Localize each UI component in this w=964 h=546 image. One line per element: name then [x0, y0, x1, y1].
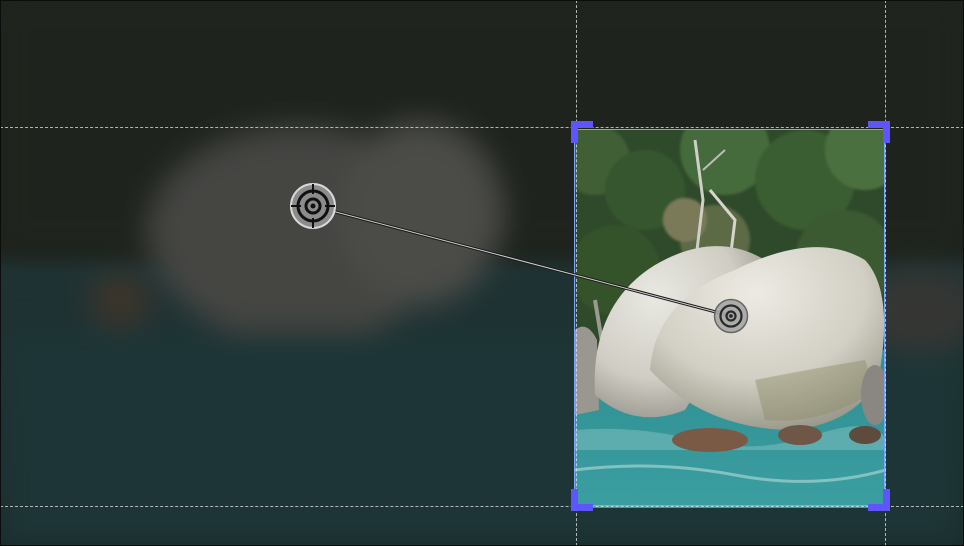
guide-line-bottom	[0, 506, 964, 507]
crop-handle-top-left[interactable]	[571, 121, 593, 143]
crosshair-target-icon	[290, 183, 336, 229]
guide-line-top	[0, 127, 964, 128]
guide-line-left	[576, 0, 577, 546]
end-point-target[interactable]	[713, 298, 749, 334]
crosshair-target-icon	[713, 298, 749, 334]
crop-handle-top-right[interactable]	[868, 121, 890, 143]
guide-line-right	[885, 0, 886, 546]
crop-handle-bottom-left[interactable]	[571, 489, 593, 511]
viewer-canvas[interactable]	[0, 0, 964, 546]
start-point-target[interactable]	[289, 182, 337, 230]
crop-handle-bottom-right[interactable]	[868, 489, 890, 511]
